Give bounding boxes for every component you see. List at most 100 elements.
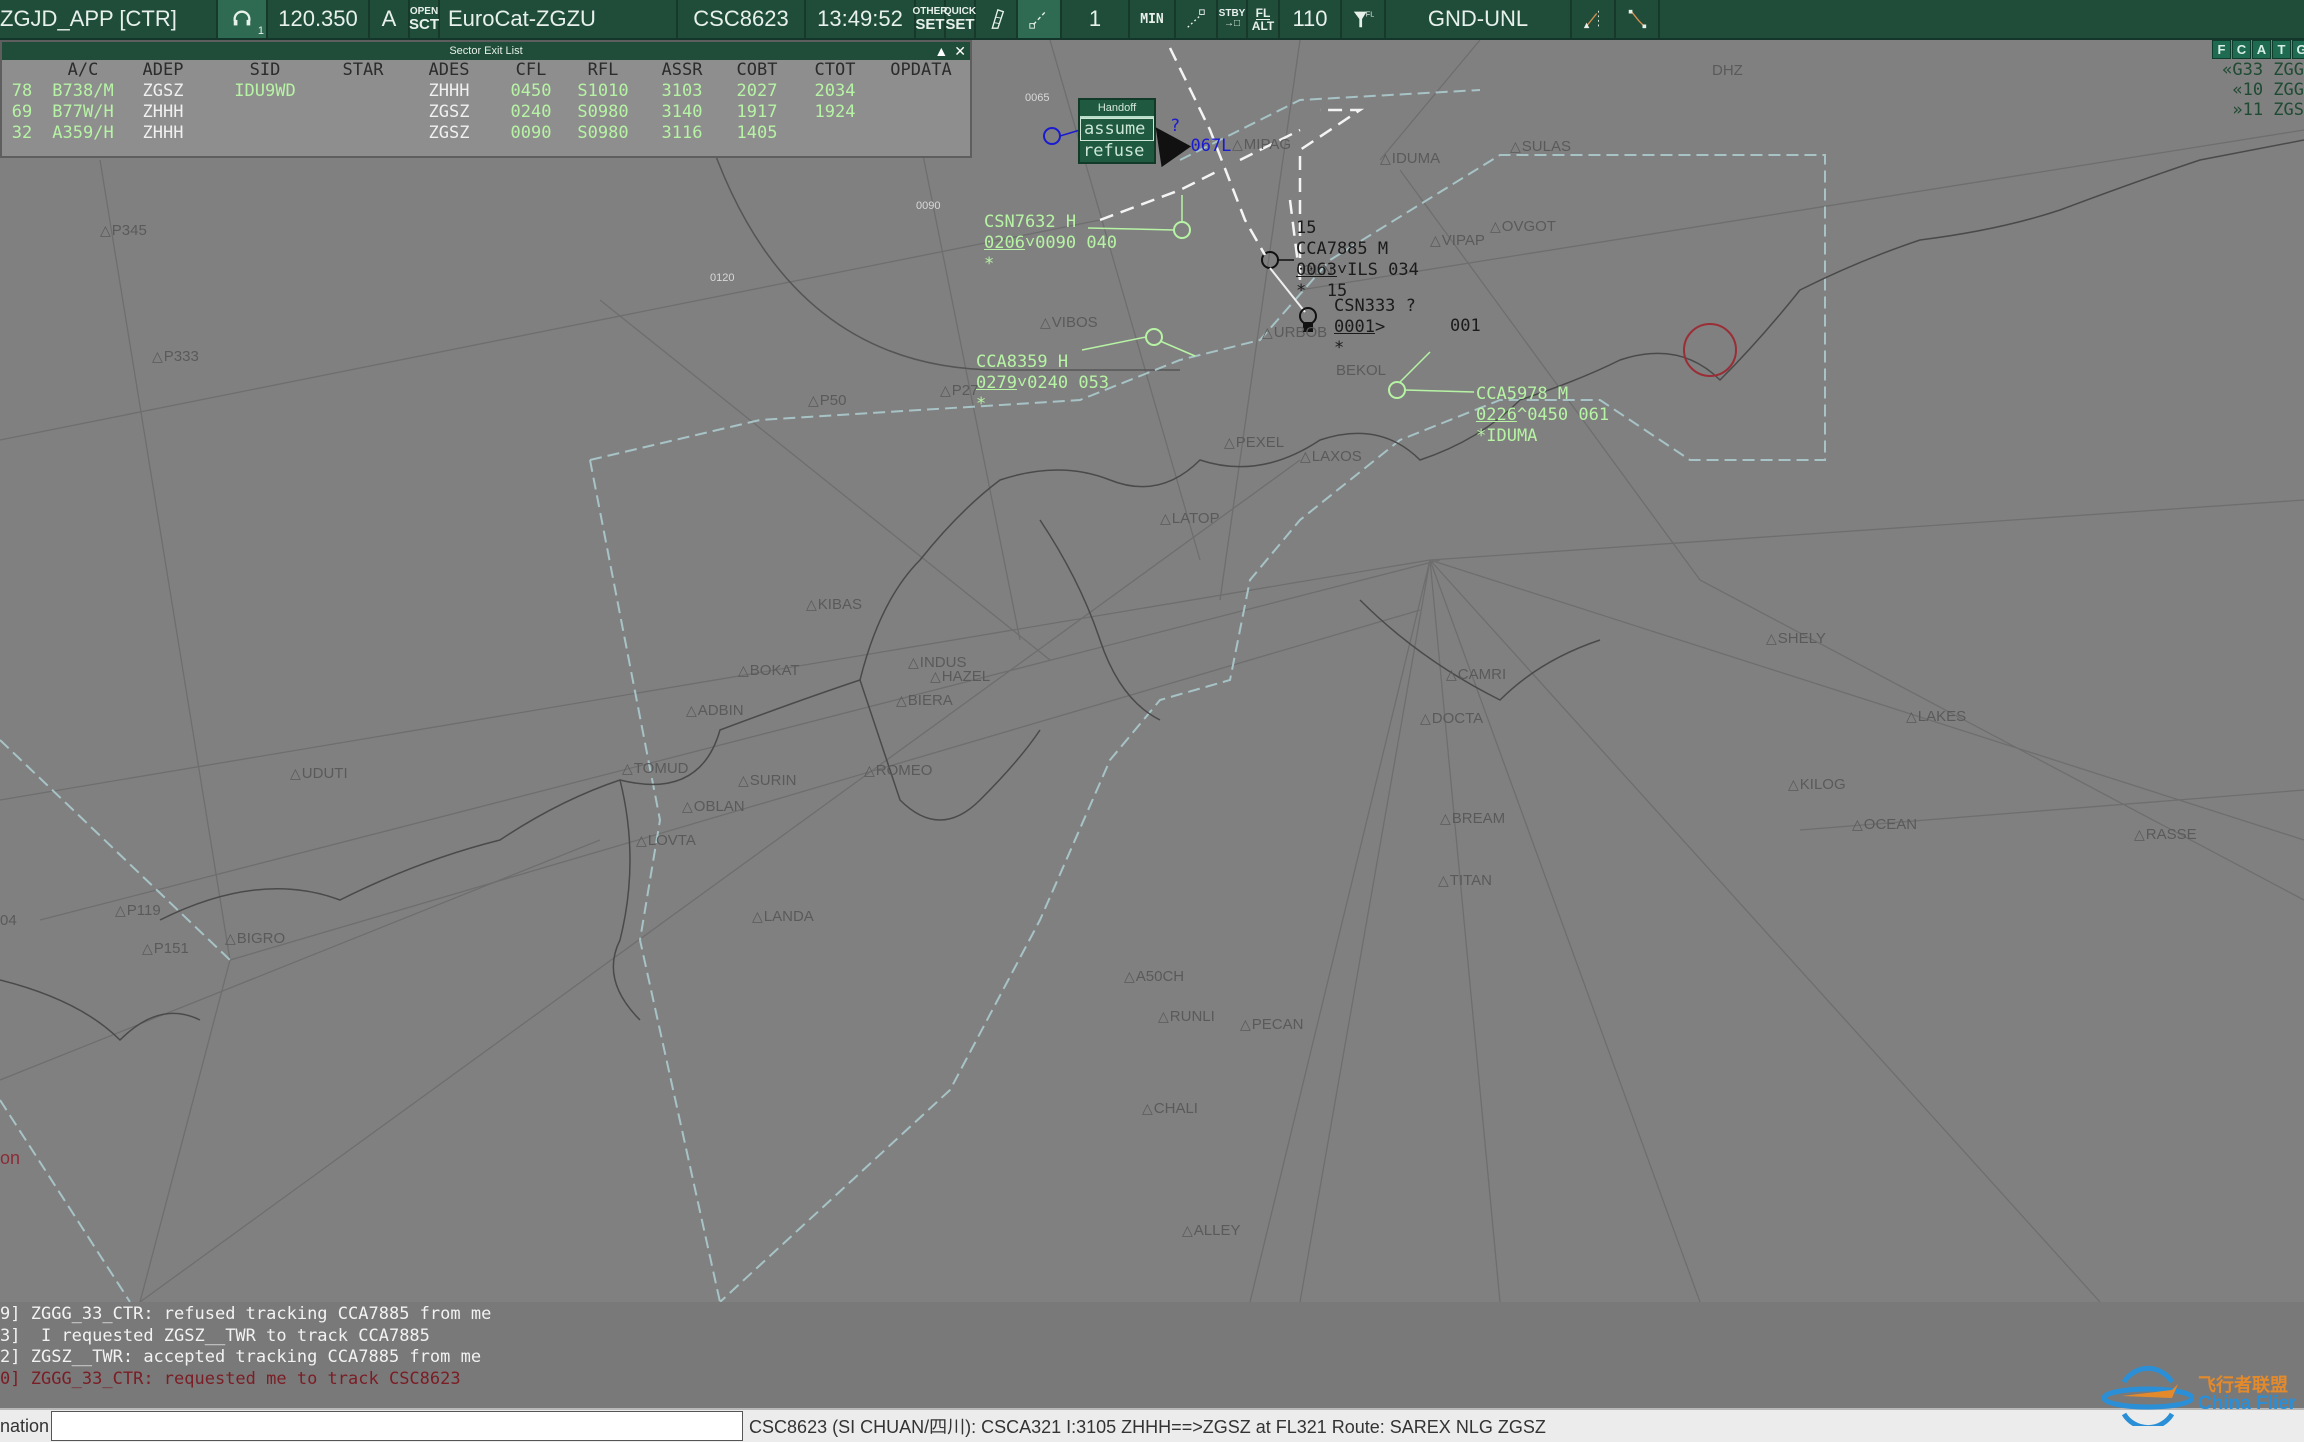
min-button[interactable]: MIN [1130,0,1176,38]
track-label-cca5978[interactable]: CCA5978 M 0226^0450 061 *IDUMA [1476,384,1609,447]
stby-button[interactable]: STBY →□ [1218,0,1248,38]
dotted-line-icon [1187,9,1205,28]
open-sct-top: OPEN [409,5,439,17]
transition-level-value: 110 [1292,6,1328,31]
column-header[interactable]: ASSR [644,60,720,81]
leader-length-value: 1 [1088,6,1102,31]
profile-button[interactable]: EuroCat-ZGZU [440,0,678,38]
waypoint-label: △SHELY [1766,630,1826,647]
column-header[interactable]: CTOT [794,60,876,81]
waypoint-label: △VIPAP [1430,232,1485,249]
quick-set-button[interactable]: QUICK SET [944,0,976,38]
fl-alt-button[interactable]: FL ALT [1248,0,1280,38]
measure-icon [1583,10,1599,29]
handoff-menu-title: Handoff [1080,100,1154,118]
waypoint-label: △KIBAS [806,596,862,613]
headset-button[interactable]: 1 [218,0,268,38]
other-set-top: OTHER [912,5,948,17]
column-header[interactable]: COBT [720,60,794,81]
fcatg-button[interactable]: T [2272,40,2291,59]
profile-name: EuroCat-ZGZU [448,6,596,31]
close-icon[interactable]: ✕ [954,43,966,59]
route-button[interactable] [1616,0,1660,38]
fl-filter-button[interactable]: FL [1342,0,1386,38]
csn7632-target[interactable] [1173,221,1191,239]
waypoint-label: △LOVTA [636,832,696,849]
sector-exit-list-titlebar[interactable]: Sector Exit List ▲ ✕ [2,42,970,60]
csn333-target[interactable] [1299,307,1317,325]
restricted-area [1683,323,1737,377]
cca5978-target[interactable] [1388,381,1406,399]
frequency-button[interactable]: 120.350 [268,0,370,38]
waypoint-label: △MIPAG [1232,136,1292,153]
column-header[interactable]: RFL [562,60,644,81]
csn333-extra: 001 [1450,316,1481,336]
csc8623-target[interactable] [1043,127,1061,145]
waypoint-label: △KILOG [1788,776,1846,793]
fcatg-button[interactable]: G [2292,40,2304,59]
fcatg-button[interactable]: C [2232,40,2251,59]
watermark-logo: 飞行者联盟 China Flier [2102,1362,2296,1426]
sector-exit-list: Sector Exit List ▲ ✕ A/C ADEP SID STAR AD… [0,40,972,158]
coordination-item[interactable]: »11 ZGS [2222,100,2304,120]
other-set-button[interactable]: OTHER SET [912,0,948,38]
message-line: 0] ZGGG_33_CTR: requested me to track CS… [0,1368,461,1389]
atis-button[interactable]: A [370,0,410,38]
track-label-csn333[interactable]: CSN333 ? 0001> * [1334,296,1416,359]
waypoint-label: △IDUMA [1380,150,1441,167]
waypoint-label: △P333 [152,348,199,365]
clock-value: 13:49:52 [817,6,903,31]
leader-length-button[interactable]: 1 [1062,0,1130,38]
waypoint-label: △LAKES [1906,708,1967,725]
track-label-cca8359[interactable]: CCA8359 H 0279˅0240 053 * [976,352,1109,415]
coordination-item[interactable]: «G33 ZGG [2222,60,2304,80]
open-sct-button[interactable]: OPEN SCT [409,0,440,38]
track-label-cca7885[interactable]: 15 CCA7885 M 0063˅ILS 034 * 15 [1296,218,1419,302]
cca8359-target[interactable] [1145,328,1163,346]
collapse-icon[interactable]: ▲ [934,43,948,59]
column-header[interactable]: STAR [328,60,398,81]
column-header[interactable]: ADEP [124,60,202,81]
waypoint-label: △SURIN [738,772,797,789]
watermark-cn: 飞行者联盟 [2198,1374,2288,1395]
fcatg-button[interactable]: F [2212,40,2231,59]
refuse-menu-item[interactable]: refuse [1080,141,1154,162]
coordination-item[interactable]: «10 ZGG [2222,80,2304,100]
command-input[interactable] [51,1411,744,1441]
column-header[interactable] [2,60,42,81]
track-label-csn7632[interactable]: CSN7632 H 0206˅0090 040 * [984,212,1117,275]
column-header[interactable]: OPDATA [876,60,966,81]
waypoint-label: △PECAN [1240,1016,1304,1033]
strip-button[interactable] [976,0,1018,38]
coastline [0,139,2304,1042]
fcatg-button[interactable]: A [2252,40,2271,59]
column-header[interactable]: SID [202,60,328,81]
waypoint-label: △TITAN [1438,872,1492,889]
table-row[interactable]: 78 B738/M ZGSZ IDU9WD ZHHH 0450 S1010 31… [2,81,970,102]
message-line: 2] ZGSZ__TWR: accepted tracking CCA7885 … [0,1347,482,1367]
vector-button[interactable] [1018,0,1062,38]
column-header[interactable]: ADES [398,60,500,81]
min-label: MIN [1140,11,1164,27]
waypoint-label: △BIERA [896,692,953,709]
transition-level-button[interactable]: 110 [1280,0,1342,38]
fcatg-buttons: F C A T G [2212,40,2304,59]
column-header[interactable]: A/C [42,60,124,81]
table-row[interactable]: 69 B77W/H ZHHH ZGSZ 0240 S0980 3140 1917… [2,102,970,123]
dotted-line-button[interactable] [1176,0,1218,38]
table-row[interactable]: 32 A359/H ZHHH ZGSZ 0090 S0980 3116 1405 [2,123,970,144]
flight-info: CSC8623 (SI CHUAN/四川): CSCA321 I:3105 ZH… [749,1417,1546,1437]
selected-callsign-button[interactable]: CSC8623 [678,0,806,38]
waypoint-label: △BOKAT [738,662,800,679]
position-callsign[interactable]: ZGJD_APP [CTR] [0,0,218,38]
position-label: ZGJD_APP [CTR] [0,6,177,31]
radar-display[interactable]: 0065 0090 0120 △P345 △P333 △UDUTI △P119 … [0,40,2304,1302]
waypoint-label: △CHALI [1142,1100,1198,1117]
range-ring-button[interactable] [1572,0,1616,38]
column-header[interactable]: CFL [500,60,562,81]
waypoint-label: △P50 [808,392,847,409]
altitude-filter-button[interactable]: GND-UNL [1386,0,1572,38]
waypoint-label: △OVGOT [1490,218,1556,235]
waypoint-label: DHZ [1712,62,1743,79]
waypoint-label: △URBOB [1262,324,1328,341]
